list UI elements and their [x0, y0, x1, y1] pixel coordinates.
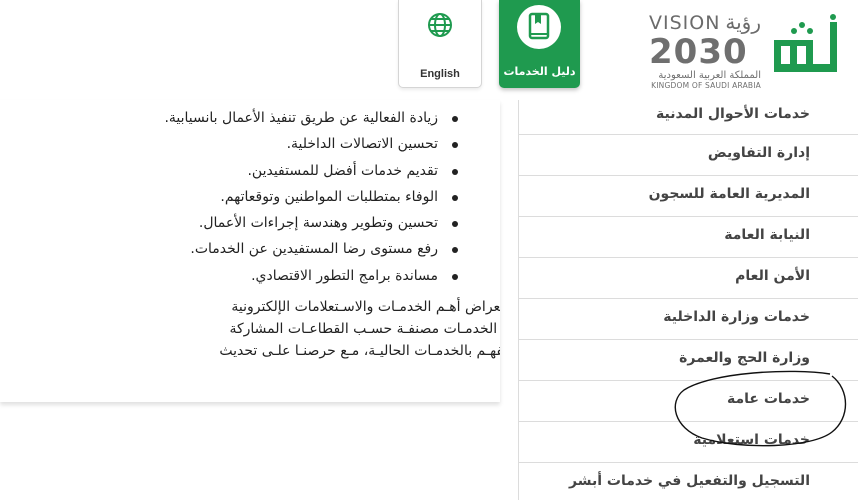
sidebar-item-label: الأمن العام [735, 268, 810, 284]
kingdom-english: KINGDOM OF SAUDI ARABIA [651, 81, 761, 90]
vision-word: VISION [649, 12, 721, 34]
list-item: تحسين وتطوير وهندسة إجراءات الأعمال. [164, 215, 460, 241]
book-icon [517, 5, 561, 49]
sidebar-item-public-security[interactable]: الأمن العام [518, 258, 858, 299]
vision-arabic: رؤية [725, 10, 761, 34]
list-item: تقديم خدمات أفضل للمستفيدين. [164, 163, 460, 189]
sidebar-item-label: خدمات وزارة الداخلية [663, 309, 810, 325]
paragraph-line: حيـث يعـرض الدليـل هـذه الخدمـات مصنفـة … [229, 321, 500, 337]
sidebar-item-inquiry-services[interactable]: خدمات استعلامية [518, 422, 858, 463]
services-guide-button[interactable]: دليل الخدمات [499, 0, 580, 88]
sidebar-item-label: وزارة الحج والعمرة [679, 350, 810, 366]
header: VISION رؤية 2030 المملكة العربية السعودي… [0, 0, 858, 100]
sidebar-item-delegations[interactable]: إدارة التفاويض [518, 135, 858, 176]
absher-logo[interactable] [770, 14, 846, 80]
language-button[interactable]: English [398, 0, 482, 88]
language-label: English [420, 68, 460, 80]
paragraph-line: مفيـداً للمسـتخدمين لتعريفهـم بالخدمـات … [219, 343, 500, 359]
list-item: مساندة برامج التطور الاقتصادي. [164, 268, 460, 294]
list-item: الوفاء بمتطلبات المواطنين وتوقعاتهم. [164, 189, 460, 215]
sidebar-item-interior-ministry[interactable]: خدمات وزارة الداخلية [518, 299, 858, 340]
sidebar-item-label: النيابة العامة [724, 227, 810, 243]
services-sidebar: خدمات الأحوال المدنية إدارة التفاويض الم… [518, 100, 858, 500]
globe-icon [427, 12, 453, 38]
services-guide-label: دليل الخدمات [503, 65, 576, 78]
list-item: رفع مستوى رضا المستفيدين عن الخدمات. [164, 241, 460, 267]
sidebar-item-public-prosecution[interactable]: النيابة العامة [518, 217, 858, 258]
kingdom-arabic: المملكة العربية السعودية [658, 70, 761, 81]
sidebar-item-registration[interactable]: التسجيل والتفعيل في خدمات أبشر [518, 463, 858, 503]
guide-paragraph: وفـي هـذا الدليـل تـم اسـتعراض أهـم الخد… [219, 296, 500, 362]
sidebar-item-label: خدمات الأحوال المدنية [656, 106, 810, 122]
sidebar-item-label: خدمات استعلامية [693, 432, 810, 448]
sidebar-item-label: المديرية العامة للسجون [648, 186, 810, 202]
sidebar-item-label: إدارة التفاويض [707, 145, 810, 161]
vision-2030-logo: VISION رؤية 2030 المملكة العربية السعودي… [649, 10, 761, 90]
sidebar-item-general-services[interactable]: خدمات عامة [518, 381, 858, 422]
paragraph-line: وفـي هـذا الدليـل تـم اسـتعراض أهـم الخد… [231, 299, 500, 315]
sidebar-item-prisons[interactable]: المديرية العامة للسجون [518, 176, 858, 217]
sidebar-item-hajj-umrah[interactable]: وزارة الحج والعمرة [518, 340, 858, 381]
list-item: تحسين الاتصالات الداخلية. [164, 136, 460, 162]
sidebar-item-label: التسجيل والتفعيل في خدمات أبشر [569, 473, 810, 489]
vision-year: 2030 [649, 32, 748, 72]
list-item: زيادة الفعالية عن طريق تنفيذ الأعمال بان… [164, 110, 460, 136]
objectives-list: زيادة الفعالية عن طريق تنفيذ الأعمال بان… [164, 110, 460, 294]
guide-content-panel: زيادة الفعالية عن طريق تنفيذ الأعمال بان… [0, 100, 500, 402]
sidebar-item-civil-affairs[interactable]: خدمات الأحوال المدنية [518, 100, 858, 135]
sidebar-item-label: خدمات عامة [726, 391, 810, 407]
